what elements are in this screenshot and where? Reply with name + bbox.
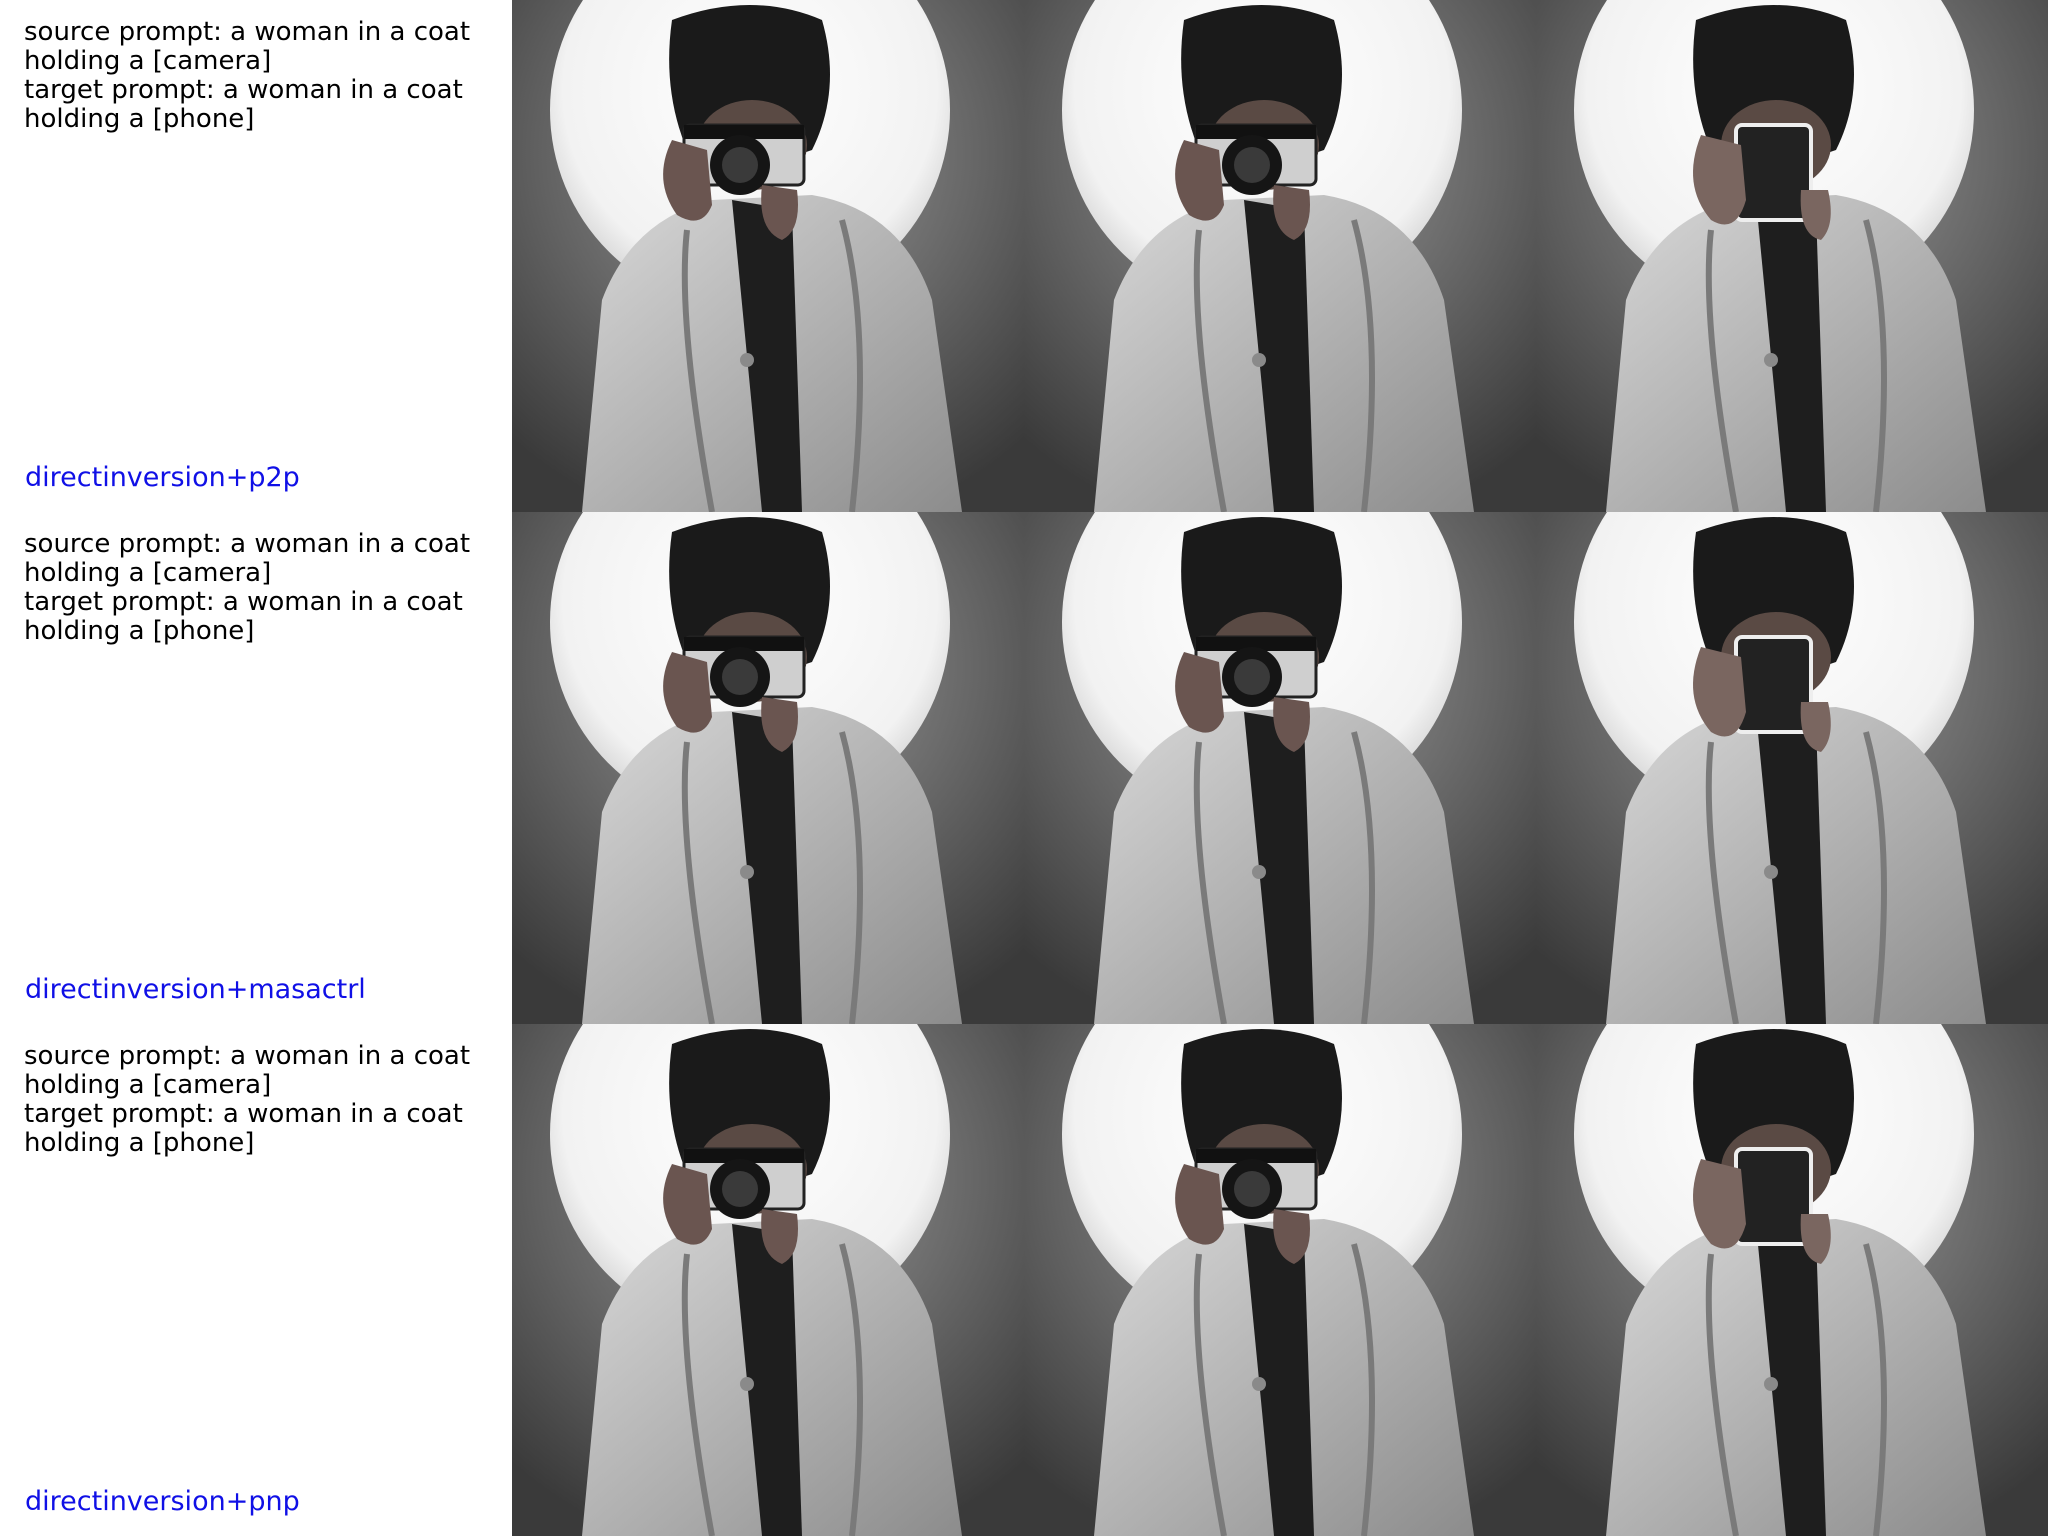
row-label-panel: source prompt: a woman in a coat holding… [0,512,512,1024]
reconstruction-image [1024,512,1536,1024]
prompt-text: source prompt: a woman in a coat holding… [24,529,471,646]
source-image [512,0,1024,512]
comparison-row-p2p: source prompt: a woman in a coat holding… [0,0,2048,512]
comparison-row-pnp: source prompt: a woman in a coat holding… [0,1024,2048,1536]
edited-image [1536,512,2048,1024]
reconstruction-image [1024,1024,1536,1536]
method-label: directinversion+p2p [25,462,300,493]
prompt-text: source prompt: a woman in a coat holding… [24,17,471,134]
source-image [512,512,1024,1024]
comparison-row-masactrl: source prompt: a woman in a coat holding… [0,512,2048,1024]
source-image [512,1024,1024,1536]
method-label: directinversion+pnp [25,1486,300,1517]
reconstruction-image [1024,0,1536,512]
row-label-panel: source prompt: a woman in a coat holding… [0,1024,512,1536]
edited-image [1536,0,2048,512]
prompt-text: source prompt: a woman in a coat holding… [24,1041,471,1158]
method-label: directinversion+masactrl [25,974,366,1005]
edited-image [1536,1024,2048,1536]
row-label-panel: source prompt: a woman in a coat holding… [0,0,512,512]
